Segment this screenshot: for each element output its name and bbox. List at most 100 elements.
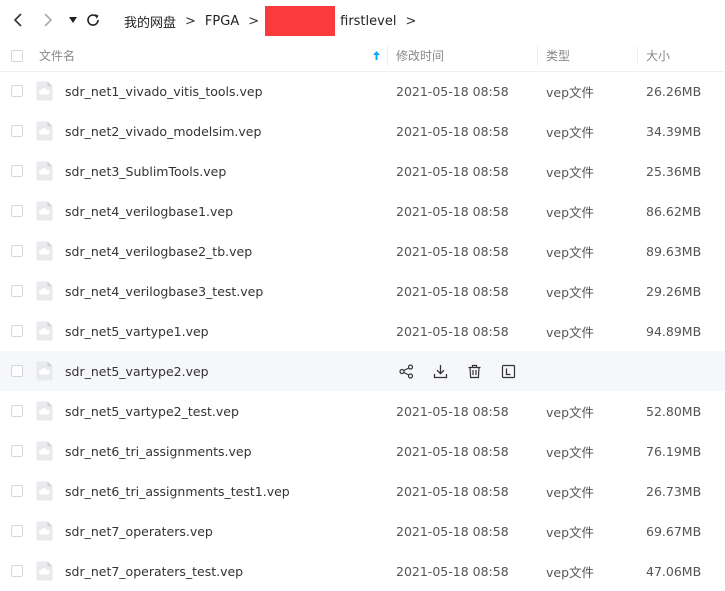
file-icon (36, 391, 53, 431)
file-name[interactable]: sdr_net5_vartype2.vep (65, 351, 209, 391)
file-icon (36, 431, 53, 471)
row-checkbox[interactable] (11, 231, 23, 271)
more-icon (501, 364, 516, 379)
header-size[interactable]: 大小 (646, 40, 670, 71)
header-type[interactable]: 类型 (546, 40, 570, 71)
row-checkbox[interactable] (11, 431, 23, 471)
file-name[interactable]: sdr_net5_vartype1.vep (65, 311, 209, 351)
file-type: vep文件 (546, 404, 595, 420)
file-cloud-icon (36, 441, 53, 461)
breadcrumb-item-fpga[interactable]: FPGA (205, 14, 239, 29)
file-cloud-icon (36, 281, 53, 301)
file-icon (36, 151, 53, 191)
header-name[interactable]: 文件名 (39, 40, 75, 71)
modified-time: 2021-05-18 08:58 (396, 443, 509, 459)
file-name[interactable]: sdr_net1_vivado_vitis_tools.vep (65, 71, 263, 111)
table-row[interactable]: sdr_net7_operaters_test.vep 2021-05-18 08… (0, 551, 725, 591)
file-name[interactable]: sdr_net7_operaters_test.vep (65, 551, 243, 591)
file-name[interactable]: sdr_net4_verilogbase2_tb.vep (65, 231, 252, 271)
file-name[interactable]: sdr_net7_operaters.vep (65, 511, 213, 551)
more-button[interactable] (498, 361, 518, 381)
back-button[interactable] (9, 10, 29, 30)
file-type: vep文件 (546, 124, 595, 140)
table-row[interactable]: sdr_net1_vivado_vitis_tools.vep 2021-05-1… (0, 71, 725, 111)
file-name[interactable]: sdr_net4_verilogbase1.vep (65, 191, 233, 231)
chevron-right-icon (44, 13, 53, 27)
file-name[interactable]: sdr_net2_vivado_modelsim.vep (65, 111, 261, 151)
file-name[interactable]: sdr_net6_tri_assignments.vep (65, 431, 252, 471)
table-row[interactable]: sdr_net4_verilogbase2_tb.vep 2021-05-18 0… (0, 231, 725, 271)
file-size: 86.62MB (646, 203, 702, 219)
sort-button[interactable] (372, 40, 381, 71)
row-checkbox[interactable] (11, 311, 23, 351)
modified-time: 2021-05-18 08:58 (396, 163, 509, 179)
table-row[interactable]: sdr_net6_tri_assignments.vep 2021-05-18 0… (0, 431, 725, 471)
header-modified[interactable]: 修改时间 (396, 40, 444, 71)
file-icon (36, 231, 53, 271)
top-bar: 我的网盘 > FPGA > firstlevel > (0, 0, 725, 40)
breadcrumb-separator: > (185, 13, 196, 29)
row-checkbox[interactable] (11, 191, 23, 231)
modified-time: 2021-05-18 08:58 (396, 523, 509, 539)
table-row[interactable]: sdr_net7_operaters.vep 2021-05-18 08:58 ve… (0, 511, 725, 551)
file-size: 26.73MB (646, 483, 702, 499)
modified-time: 2021-05-18 08:58 (396, 123, 509, 139)
forward-button[interactable] (37, 10, 57, 30)
file-type: vep文件 (546, 284, 595, 300)
column-divider (637, 46, 638, 66)
row-checkbox[interactable] (11, 151, 23, 191)
file-type: vep文件 (546, 84, 595, 100)
select-all-checkbox[interactable] (11, 40, 23, 71)
row-checkbox[interactable] (11, 71, 23, 111)
delete-button[interactable] (464, 361, 484, 381)
modified-time: 2021-05-18 08:58 (396, 563, 509, 579)
row-checkbox[interactable] (11, 391, 23, 431)
row-checkbox[interactable] (11, 511, 23, 551)
table-row[interactable]: sdr_net5_vartype2.vep (0, 351, 725, 391)
table-row[interactable]: sdr_net6_tri_assignments_test1.vep 2021-0… (0, 471, 725, 511)
breadcrumb-item-firstlevel[interactable]: firstlevel (340, 14, 396, 29)
breadcrumb-separator: > (405, 13, 417, 29)
row-checkbox[interactable] (11, 551, 23, 591)
file-icon (36, 511, 53, 551)
table-row[interactable]: sdr_net4_verilogbase1.vep 2021-05-18 08:5… (0, 191, 725, 231)
modified-time: 2021-05-18 08:58 (396, 403, 509, 419)
row-actions (396, 351, 532, 391)
table-row[interactable]: sdr_net2_vivado_modelsim.vep 2021-05-18 0… (0, 111, 725, 151)
breadcrumb: 我的网盘 > FPGA > firstlevel > (124, 6, 425, 36)
file-cloud-icon (36, 241, 53, 261)
file-size: 69.67MB (646, 523, 702, 539)
file-name[interactable]: sdr_net3_SublimTools.vep (65, 151, 226, 191)
table-row[interactable]: sdr_net5_vartype2_test.vep 2021-05-18 08:… (0, 391, 725, 431)
table-row[interactable]: sdr_net4_verilogbase3_test.vep 2021-05-18… (0, 271, 725, 311)
file-name[interactable]: sdr_net6_tri_assignments_test1.vep (65, 471, 290, 511)
file-type: vep文件 (546, 484, 595, 500)
file-type: vep文件 (546, 524, 595, 540)
table-row[interactable]: sdr_net3_SublimTools.vep 2021-05-18 08:58… (0, 151, 725, 191)
file-icon (36, 471, 53, 511)
file-type: vep文件 (546, 244, 595, 260)
table-header: 文件名 修改时间 类型 大小 (0, 40, 725, 72)
modified-time: 2021-05-18 08:58 (396, 323, 509, 339)
row-checkbox[interactable] (11, 471, 23, 511)
row-checkbox[interactable] (11, 351, 23, 391)
share-button[interactable] (396, 361, 416, 381)
file-size: 34.39MB (646, 123, 702, 139)
file-list: sdr_net1_vivado_vitis_tools.vep 2021-05-1… (0, 71, 725, 591)
modified-time: 2021-05-18 08:58 (396, 203, 509, 219)
table-row[interactable]: sdr_net5_vartype1.vep 2021-05-18 08:58 vep… (0, 311, 725, 351)
download-button[interactable] (430, 361, 450, 381)
refresh-button[interactable] (83, 10, 103, 30)
breadcrumb-root[interactable]: 我的网盘 (124, 12, 176, 31)
row-checkbox[interactable] (11, 271, 23, 311)
arrow-up-icon (373, 51, 380, 60)
history-dropdown[interactable] (63, 10, 83, 30)
file-name[interactable]: sdr_net5_vartype2_test.vep (65, 391, 239, 431)
file-name[interactable]: sdr_net4_verilogbase3_test.vep (65, 271, 263, 311)
file-size: 29.26MB (646, 283, 702, 299)
file-cloud-icon (36, 401, 53, 421)
row-checkbox[interactable] (11, 111, 23, 151)
refresh-icon (87, 14, 99, 26)
file-icon (36, 71, 53, 111)
file-cloud-icon (36, 361, 53, 381)
